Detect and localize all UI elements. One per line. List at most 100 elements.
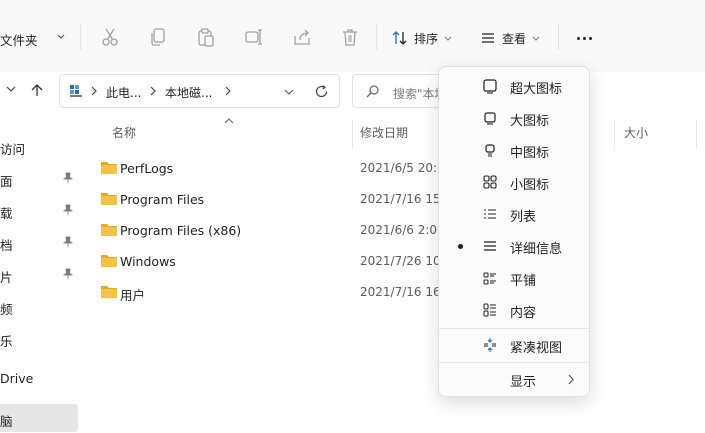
menu-item-large-icons[interactable]: 大图标 bbox=[443, 103, 587, 133]
cut-icon[interactable] bbox=[99, 26, 121, 48]
sidebar-item-quick-access[interactable]: 访问 bbox=[0, 132, 78, 160]
sidebar-item-desktop[interactable]: 面 bbox=[0, 164, 78, 192]
menu-item-label: 内容 bbox=[510, 306, 537, 321]
sidebar-item-onedrive[interactable]: Drive bbox=[0, 364, 78, 392]
search-icon bbox=[366, 85, 379, 98]
menu-item-extra-large-icons[interactable]: 超大图标 bbox=[443, 71, 587, 101]
share-icon[interactable] bbox=[291, 26, 313, 48]
list-view-icon bbox=[484, 209, 496, 219]
menu-item-label: 紧凑视图 bbox=[510, 341, 563, 356]
file-name: Program Files (x86) bbox=[120, 223, 242, 238]
menu-item-details[interactable]: 详细信息 bbox=[443, 231, 587, 261]
toolbar-divider bbox=[80, 24, 81, 50]
compact-view-icon bbox=[484, 338, 496, 352]
breadcrumb-local-disk[interactable]: 本地磁... bbox=[165, 84, 212, 101]
copy-icon[interactable] bbox=[147, 26, 169, 48]
sort-label: 排序 bbox=[414, 31, 439, 46]
column-divider[interactable] bbox=[696, 120, 697, 148]
sort-arrows-icon bbox=[392, 31, 407, 45]
menu-item-list[interactable]: 列表 bbox=[443, 199, 587, 229]
recent-locations-chevron-icon[interactable] bbox=[4, 82, 18, 96]
medium-icons-icon bbox=[485, 144, 495, 157]
dot bbox=[582, 36, 586, 40]
toolbar-divider bbox=[376, 24, 377, 50]
file-row[interactable]: Program Files 2021/7/16 15 bbox=[96, 185, 441, 213]
sidebar-item-label: 访问 bbox=[0, 142, 26, 157]
menu-divider bbox=[439, 328, 589, 329]
column-header-modified[interactable]: 修改日期 bbox=[360, 124, 408, 141]
file-modified: 2021/6/6 2:06 bbox=[360, 223, 440, 237]
sidebar-item-pictures[interactable]: 片 bbox=[0, 260, 78, 288]
sort-button[interactable]: 排序 bbox=[392, 26, 452, 50]
toolbar-divider bbox=[558, 24, 559, 50]
chevron-right-icon bbox=[568, 374, 574, 385]
large-icons-icon bbox=[484, 112, 496, 125]
up-arrow-icon[interactable] bbox=[29, 82, 45, 98]
column-header-size[interactable]: 大小 bbox=[624, 124, 648, 141]
sidebar-item-this-pc[interactable]: 脑 bbox=[0, 404, 78, 432]
breadcrumb-chevron-icon[interactable] bbox=[90, 86, 98, 96]
sidebar-item-label: Drive bbox=[0, 371, 34, 386]
file-row[interactable]: PerfLogs 2021/6/5 20:1 bbox=[96, 154, 441, 182]
more-options-button[interactable] bbox=[572, 26, 596, 50]
breadcrumb-chevron-icon[interactable] bbox=[224, 86, 232, 96]
navigation-pane: 访问 面 载 档 片 频 乐 Drive 脑 bbox=[0, 120, 80, 433]
content-view-icon bbox=[483, 303, 496, 317]
file-modified: 2021/7/26 10 bbox=[360, 254, 440, 268]
pin-icon bbox=[62, 236, 74, 248]
view-label: 查看 bbox=[502, 31, 527, 46]
folder-icon bbox=[101, 224, 117, 236]
file-row[interactable]: Windows 2021/7/26 10 bbox=[96, 247, 441, 275]
refresh-icon[interactable] bbox=[314, 84, 329, 99]
menu-item-compact-view[interactable]: 紧凑视图 bbox=[443, 330, 587, 360]
menu-item-small-icons[interactable]: 小图标 bbox=[443, 167, 587, 197]
menu-item-show[interactable]: 显示 bbox=[443, 364, 587, 394]
folder-icon bbox=[101, 193, 117, 205]
file-modified: 2021/6/5 20:1 bbox=[360, 161, 440, 175]
breadcrumb-chevron-icon[interactable] bbox=[149, 86, 157, 96]
column-divider[interactable] bbox=[614, 120, 615, 148]
column-header-name[interactable]: 名称 bbox=[112, 124, 136, 141]
file-row[interactable]: Program Files (x86) 2021/6/6 2:06 bbox=[96, 216, 441, 244]
menu-item-content[interactable]: 内容 bbox=[443, 295, 587, 325]
pin-icon bbox=[62, 268, 74, 280]
chevron-down-icon bbox=[532, 36, 540, 41]
paste-icon[interactable] bbox=[195, 26, 217, 48]
delete-icon[interactable] bbox=[339, 26, 361, 48]
view-button[interactable]: 查看 bbox=[480, 26, 540, 50]
pin-icon bbox=[62, 204, 74, 216]
menu-item-label: 显示 bbox=[510, 375, 537, 390]
file-modified: 2021/7/16 15 bbox=[360, 192, 440, 206]
details-view-icon bbox=[484, 241, 496, 251]
sidebar-item-label: 片 bbox=[0, 270, 13, 285]
sidebar-item-documents[interactable]: 档 bbox=[0, 228, 78, 256]
folder-icon bbox=[101, 255, 117, 267]
view-menu: 超大图标 大图标 中图标 小图标 列表 详细信息 平铺 内容 紧凑视图 显示 bbox=[438, 66, 590, 397]
menu-item-tiles[interactable]: 平铺 bbox=[443, 263, 587, 293]
file-name: Program Files bbox=[120, 192, 205, 207]
file-name: Windows bbox=[120, 254, 176, 269]
sidebar-item-downloads[interactable]: 载 bbox=[0, 196, 78, 224]
breadcrumb-this-pc[interactable]: 此电... bbox=[106, 84, 141, 101]
folder-icon bbox=[101, 162, 117, 174]
address-bar[interactable]: 此电... 本地磁... bbox=[59, 74, 340, 108]
menu-item-medium-icons[interactable]: 中图标 bbox=[443, 135, 587, 165]
file-name: PerfLogs bbox=[120, 161, 174, 176]
menu-item-label: 小图标 bbox=[510, 178, 550, 193]
sidebar-item-label: 载 bbox=[0, 206, 13, 221]
view-lines-icon bbox=[482, 33, 494, 43]
menu-item-label: 超大图标 bbox=[510, 82, 563, 97]
sidebar-item-music[interactable]: 乐 bbox=[0, 324, 78, 352]
sort-ascending-caret-icon bbox=[224, 118, 234, 124]
search-box[interactable]: 搜索"本地 bbox=[352, 74, 452, 108]
sidebar-item-label: 脑 bbox=[0, 414, 13, 429]
folder-icon bbox=[101, 286, 117, 298]
file-row[interactable]: 用户 2021/7/16 16 bbox=[96, 278, 441, 306]
address-history-chevron-icon[interactable] bbox=[284, 87, 294, 97]
small-icons-icon bbox=[483, 175, 497, 189]
chevron-down-icon[interactable] bbox=[56, 30, 66, 44]
column-divider[interactable] bbox=[352, 120, 353, 148]
sidebar-item-videos[interactable]: 频 bbox=[0, 292, 78, 320]
rename-icon[interactable] bbox=[243, 26, 265, 48]
new-folder-button[interactable]: 文件夹 bbox=[0, 30, 38, 49]
